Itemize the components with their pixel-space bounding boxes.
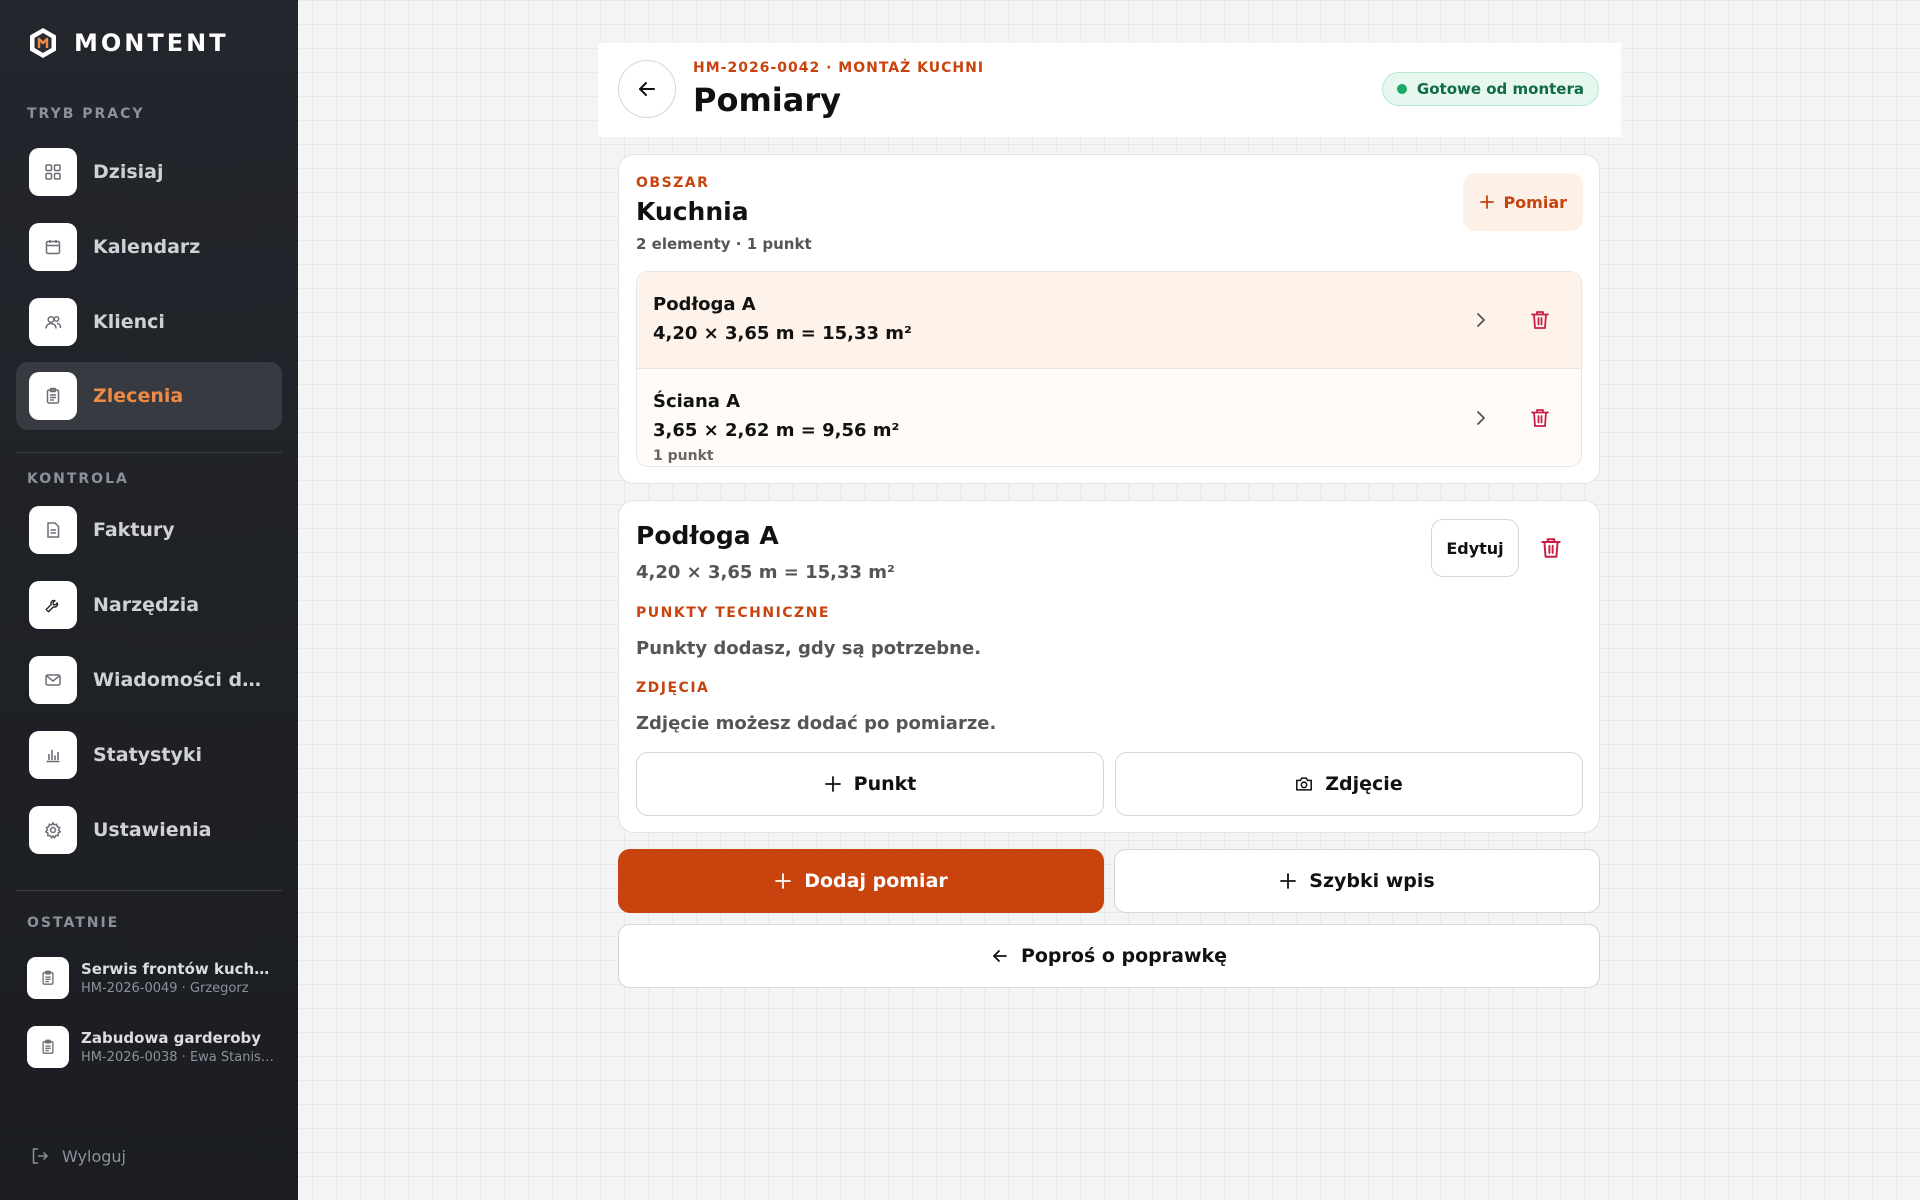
quick-entry-button[interactable]: Szybki wpis (1114, 849, 1600, 913)
nav-label: Wiadomości do klientów (93, 669, 273, 691)
nav-item-messages[interactable]: Wiadomości do klientów (16, 646, 282, 714)
nav-item-orders[interactable]: Zlecenia (16, 362, 282, 430)
brand-name: MONTENT (74, 29, 229, 57)
clipboard-icon (29, 372, 77, 420)
nav-label: Faktury (93, 519, 175, 541)
section-label-work-mode: TRYB PRACY (27, 106, 145, 122)
status-dot-icon (1396, 84, 1407, 94)
plus-icon (775, 873, 792, 889)
quick-entry-label: Szybki wpis (1309, 870, 1435, 892)
grid-icon (29, 148, 77, 196)
nav-label: Klienci (93, 311, 165, 333)
detail-title: Podłoga A (636, 521, 779, 550)
nav-label: Narzędzia (93, 594, 200, 616)
arrow-left-icon (993, 950, 1007, 962)
list-item-dims: 3,65 × 2,62 m = 9,56 m² (653, 420, 900, 441)
list-item[interactable]: Podłoga A 4,20 × 3,65 m = 15,33 m² (637, 272, 1581, 369)
nav-item-clients[interactable]: Klienci (16, 288, 282, 356)
plus-icon (1280, 873, 1297, 889)
page-header: HM-2026-0042 · MONTAŻ KUCHNI Pomiary Got… (598, 43, 1621, 137)
add-measurement-primary-button[interactable]: Dodaj pomiar (618, 849, 1104, 913)
logout-button[interactable]: Wyloguj (30, 1146, 126, 1166)
recent-item-title: Zabudowa garderoby (81, 1029, 262, 1047)
add-photo-label: Zdjęcie (1325, 773, 1403, 795)
nav-item-calendar[interactable]: Kalendarz (16, 213, 282, 281)
list-item-points: 1 punkt (653, 448, 714, 464)
wrench-icon (29, 581, 77, 629)
add-photo-button[interactable]: Zdjęcie (1115, 752, 1583, 816)
add-measurement-button[interactable]: Pomiar (1463, 173, 1583, 231)
status-badge: Gotowe od montera (1381, 72, 1599, 106)
recent-item[interactable]: Zabudowa garderoby HM-2026-0038 · Ewa St… (27, 1022, 283, 1072)
nav-item-settings[interactable]: Ustawienia (16, 796, 282, 864)
arrow-left-icon (639, 82, 655, 96)
mail-icon (29, 656, 77, 704)
nav-label: Zlecenia (93, 385, 184, 407)
area-subtitle: 2 elementy · 1 punkt (636, 235, 812, 253)
list-item-name: Podłoga A (653, 294, 756, 315)
trash-icon[interactable] (1529, 309, 1551, 331)
nav-item-tools[interactable]: Narzędzia (16, 571, 282, 639)
list-item-dims: 4,20 × 3,65 m = 15,33 m² (653, 323, 912, 344)
technical-points-text: Punkty dodasz, gdy są potrzebne. (636, 638, 982, 659)
bar-chart-icon (29, 731, 77, 779)
recent-item-subtitle: HM-2026-0038 · Ewa Stanisławska (81, 1050, 277, 1065)
request-fix-button[interactable]: Poproś o poprawkę (618, 924, 1600, 988)
edit-button[interactable]: Edytuj (1431, 519, 1519, 577)
trash-icon[interactable] (1529, 407, 1551, 429)
logout-label: Wyloguj (62, 1146, 126, 1166)
request-fix-label: Poproś o poprawkę (1020, 945, 1228, 967)
measurement-list: Podłoga A 4,20 × 3,65 m = 15,33 m² Ścian… (636, 271, 1582, 467)
page-title: Pomiary (693, 81, 841, 119)
section-label-recent: OSTATNIE (27, 915, 120, 931)
nav-label: Kalendarz (93, 236, 201, 258)
camera-icon (1296, 777, 1313, 791)
area-eyebrow: OBSZAR (636, 175, 710, 191)
recent-item[interactable]: Serwis frontów kuchennych HM-2026-0049 ·… (27, 953, 283, 1003)
calendar-icon (29, 223, 77, 271)
clipboard-icon (27, 1026, 69, 1068)
technical-points-label: PUNKTY TECHNICZNE (636, 605, 830, 621)
trash-icon[interactable] (1539, 536, 1563, 560)
sidebar-divider (16, 452, 282, 453)
sidebar: MONTENT TRYB PRACY Dzisiaj Kalendarz Kli… (0, 0, 298, 1200)
photos-label: ZDJĘCIA (636, 680, 710, 696)
nav-label: Dzisiaj (93, 161, 164, 183)
breadcrumb: HM-2026-0042 · MONTAŻ KUCHNI (693, 60, 985, 76)
sidebar-divider (16, 890, 282, 891)
gear-icon (29, 806, 77, 854)
area-title: Kuchnia (636, 197, 749, 226)
section-label-control: KONTROLA (27, 471, 129, 487)
add-point-label: Punkt (853, 773, 917, 795)
brand[interactable]: MONTENT (26, 26, 229, 60)
logout-icon (32, 1148, 49, 1164)
brand-logo-icon (30, 28, 56, 58)
photos-text: Zdjęcie możesz dodać po pomiarze. (636, 713, 997, 734)
nav-item-today[interactable]: Dzisiaj (16, 138, 282, 206)
chevron-right-icon[interactable] (1471, 408, 1491, 428)
recent-item-subtitle: HM-2026-0049 · Grzegorz (81, 981, 249, 996)
plus-icon (1480, 195, 1495, 209)
nav-item-invoices[interactable]: Faktury (16, 496, 282, 564)
clipboard-icon (27, 957, 69, 999)
recent-item-title: Serwis frontów kuchennych (81, 960, 277, 978)
add-point-button[interactable]: Punkt (636, 752, 1104, 816)
document-icon (29, 506, 77, 554)
detail-dims: 4,20 × 3,65 m = 15,33 m² (636, 562, 895, 583)
users-icon (29, 298, 77, 346)
nav-label: Statystyki (93, 744, 202, 766)
area-card: OBSZAR Kuchnia 2 elementy · 1 punkt Pomi… (618, 154, 1600, 484)
back-button[interactable] (618, 60, 676, 118)
plus-icon (824, 776, 841, 792)
chevron-right-icon[interactable] (1471, 310, 1491, 330)
add-measurement-label: Pomiar (1503, 192, 1567, 212)
add-measurement-primary-label: Dodaj pomiar (804, 870, 948, 892)
nav-item-statistics[interactable]: Statystyki (16, 721, 282, 789)
status-badge-label: Gotowe od montera (1416, 80, 1584, 98)
list-item[interactable]: Ściana A 3,65 × 2,62 m = 9,56 m² 1 punkt (637, 369, 1581, 466)
nav-label: Ustawienia (93, 819, 212, 841)
list-item-name: Ściana A (653, 391, 741, 412)
measurement-detail-card: Podłoga A 4,20 × 3,65 m = 15,33 m² Edytu… (618, 500, 1600, 833)
